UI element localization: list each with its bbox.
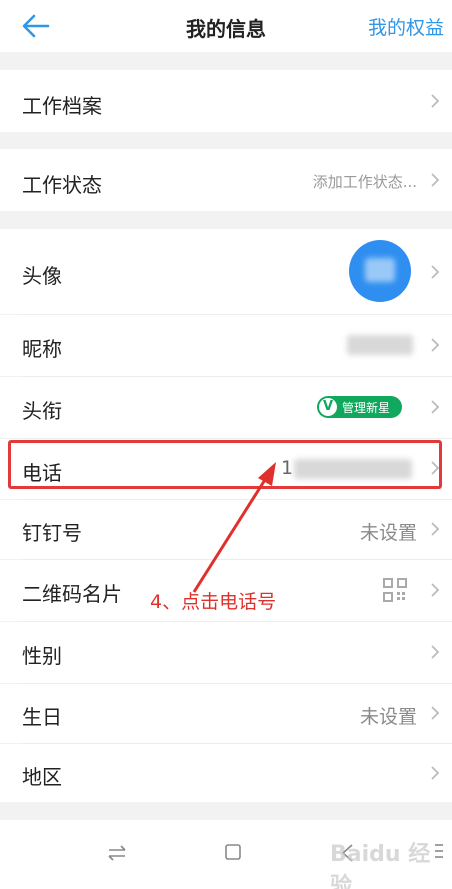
row-work-profile[interactable]: 工作档案 <box>0 70 452 132</box>
row-dingtalk-id[interactable]: 钉钉号 未设置 <box>0 500 452 559</box>
row-label: 头像 <box>22 264 62 288</box>
chevron-right-icon <box>431 400 440 414</box>
birthday-value: 未设置 <box>359 706 417 728</box>
chevron-right-icon <box>431 645 440 659</box>
chevron-right-icon <box>431 94 440 108</box>
chevron-right-icon <box>431 173 440 187</box>
chevron-right-icon <box>431 522 440 536</box>
avatar-blurred-content <box>365 258 395 282</box>
annotation-text: 4、点击电话号 <box>150 591 277 613</box>
home-square-icon[interactable] <box>223 842 243 862</box>
row-label: 工作档案 <box>22 94 102 118</box>
swap-icon[interactable] <box>106 842 128 864</box>
row-label: 地区 <box>22 765 62 789</box>
chevron-right-icon <box>431 766 440 780</box>
row-nickname[interactable]: 昵称 <box>0 315 452 376</box>
qr-code-icon <box>383 578 407 602</box>
phone-row-highlight <box>8 440 442 489</box>
chevron-right-icon <box>431 706 440 720</box>
avatar[interactable] <box>349 240 411 302</box>
row-birthday[interactable]: 生日 未设置 <box>0 684 452 743</box>
row-label: 工作状态 <box>22 173 102 197</box>
row-label: 昵称 <box>22 337 62 361</box>
work-status-value: 添加工作状态... <box>312 173 417 191</box>
badge-v-icon: V <box>319 398 337 416</box>
title-badge: V 管理新星 <box>317 396 402 418</box>
chevron-right-icon <box>431 265 440 279</box>
baidu-watermark: Baidu 经验 <box>330 842 431 889</box>
row-label: 二维码名片 <box>22 582 122 606</box>
row-gender[interactable]: 性别 <box>0 622 452 683</box>
row-work-status[interactable]: 工作状态 添加工作状态... <box>0 149 452 211</box>
nickname-blurred-value <box>347 335 413 355</box>
dingtalk-id-value: 未设置 <box>359 522 417 544</box>
top-bar: 我的信息 我的权益 <box>0 0 452 52</box>
row-label: 生日 <box>22 705 62 729</box>
my-benefits-link[interactable]: 我的权益 <box>368 13 444 40</box>
row-label: 钉钉号 <box>22 521 82 545</box>
row-region[interactable]: 地区 <box>0 744 452 802</box>
row-label: 头衔 <box>22 399 62 423</box>
badge-label: 管理新星 <box>342 401 391 415</box>
chevron-right-icon <box>431 583 440 597</box>
row-label: 性别 <box>22 644 62 668</box>
chevron-right-icon <box>431 338 440 352</box>
